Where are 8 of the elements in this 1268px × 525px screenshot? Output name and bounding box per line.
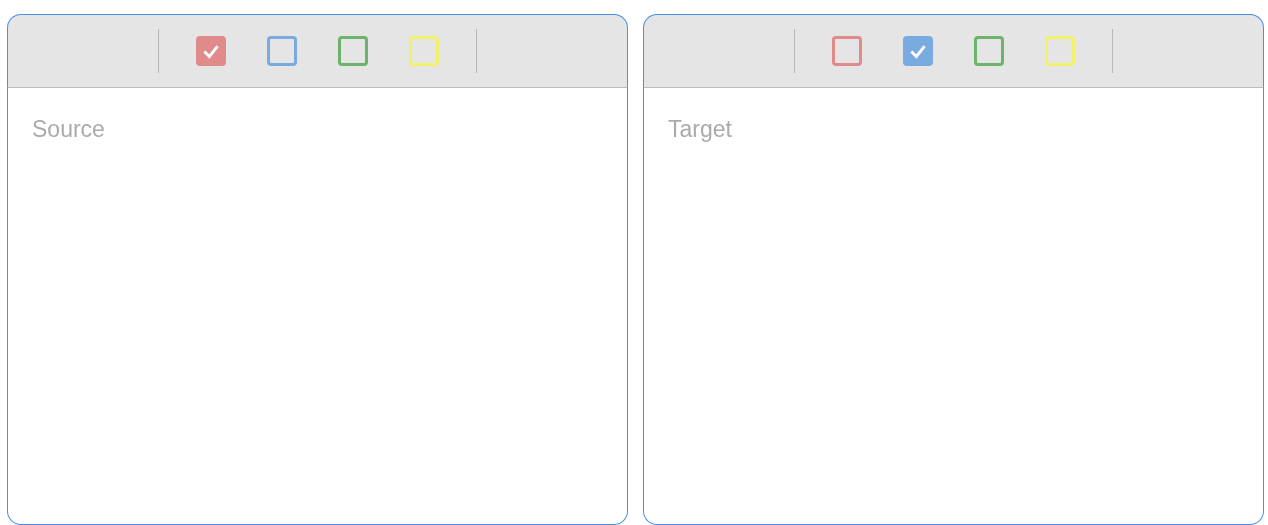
color-checkbox[interactable] bbox=[267, 36, 297, 66]
color-checkbox[interactable] bbox=[196, 36, 226, 66]
color-checkbox[interactable] bbox=[832, 36, 862, 66]
text-area[interactable]: Source bbox=[7, 88, 628, 525]
color-checkbox[interactable] bbox=[903, 36, 933, 66]
text-area[interactable]: Target bbox=[643, 88, 1264, 525]
color-checkbox[interactable] bbox=[338, 36, 368, 66]
color-checkbox[interactable] bbox=[974, 36, 1004, 66]
